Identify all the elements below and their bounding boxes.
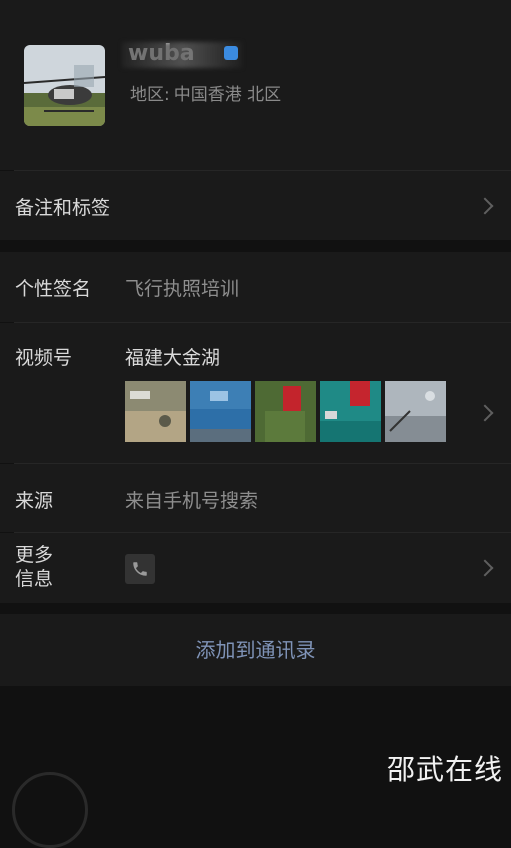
region-label: 地区: xyxy=(130,85,170,105)
profile-header: wuba 地区:中国香港 北区 xyxy=(0,0,511,170)
more-info-label: 更多 信息 xyxy=(15,543,53,591)
section-gap xyxy=(0,240,511,252)
channels-label: 视频号 xyxy=(15,347,73,369)
region-text: 地区: 中国香港 北区 xyxy=(130,80,281,105)
source-row: 来源 来自手机号搜索 xyxy=(0,464,511,532)
channel-thumbnail[interactable] xyxy=(385,381,446,442)
chevron-right-icon xyxy=(476,197,494,215)
source-label: 来源 xyxy=(15,490,54,512)
channels-name: 福建大金湖 xyxy=(125,347,221,369)
add-to-contacts-button[interactable]: 添加到通讯录 xyxy=(0,614,511,686)
signature-label: 个性签名 xyxy=(15,278,92,300)
signature-row: 个性签名 飞行执照培训 xyxy=(0,252,511,322)
chevron-right-icon xyxy=(476,559,494,577)
source-value: 来自手机号搜索 xyxy=(125,490,259,512)
chevron-right-icon xyxy=(476,404,494,422)
channel-thumbnail[interactable] xyxy=(320,381,381,442)
channel-thumbnail[interactable] xyxy=(190,381,251,442)
more-info-row[interactable]: 更多 信息 xyxy=(0,533,511,603)
region-value: 中国香港 北区 xyxy=(173,85,282,105)
avatar[interactable] xyxy=(24,45,105,126)
gender-icon xyxy=(224,46,238,60)
channel-thumbnail[interactable] xyxy=(125,381,186,442)
remark-label: 备注和标签 xyxy=(15,197,111,219)
more-info-label-line1: 更多 xyxy=(15,544,54,566)
phone-icon xyxy=(125,554,155,584)
channel-thumbnail[interactable] xyxy=(255,381,316,442)
section-gap xyxy=(0,603,511,614)
signature-value: 飞行执照培训 xyxy=(125,278,240,300)
remark-and-tags-row[interactable]: 备注和标签 xyxy=(0,171,511,240)
watermark: 邵武在线 xyxy=(386,753,503,786)
more-info-label-line2: 信息 xyxy=(15,568,54,590)
camera-button[interactable] xyxy=(12,772,88,848)
